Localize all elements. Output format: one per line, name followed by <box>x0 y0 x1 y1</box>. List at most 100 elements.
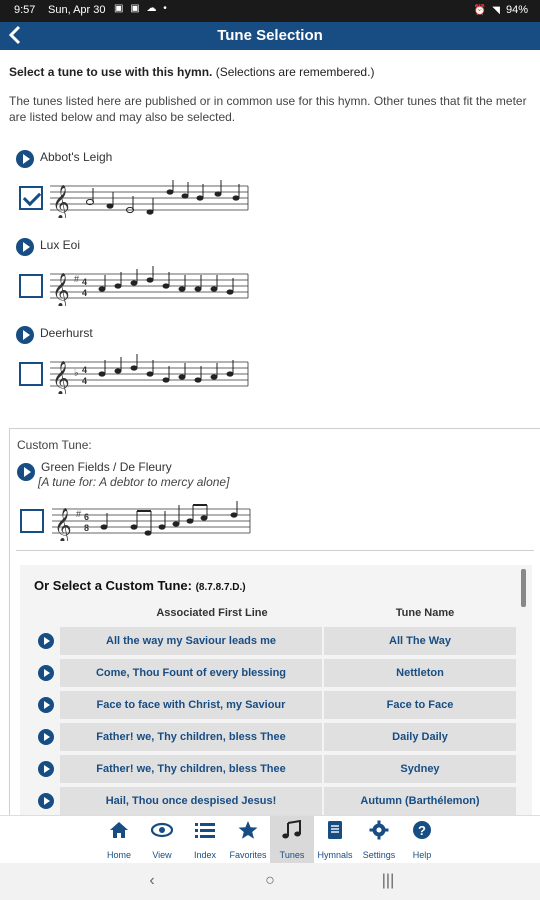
play-button[interactable] <box>38 697 54 713</box>
intro-bold: Select a tune to use with this hymn. <box>9 65 213 79</box>
custom-tune-panel: Custom Tune: Green Fields / De Fleury [A… <box>9 428 540 828</box>
eye-icon <box>140 820 184 844</box>
tune-item: Deerhurst 𝄞 ♭ 44 <box>0 324 540 410</box>
battery-level: 94% <box>505 4 528 16</box>
svg-text:𝄞: 𝄞 <box>52 361 70 394</box>
system-home-icon[interactable]: ○ <box>258 870 282 892</box>
play-button[interactable] <box>17 463 35 481</box>
custom-select-heading: Or Select a Custom Tune: (8.7.8.7.D.) <box>34 578 246 593</box>
tune-checkbox[interactable] <box>19 362 43 386</box>
notification-icons: ▣ ▣ ☁ • <box>114 3 169 14</box>
list-icon <box>183 820 227 844</box>
nav-help[interactable]: ? Help <box>400 816 444 864</box>
nav-hymnals[interactable]: Hymnals <box>313 816 357 864</box>
scrollbar[interactable] <box>521 569 526 607</box>
wifi-icon: ◥ <box>492 4 500 16</box>
nav-label: Tunes <box>279 850 305 860</box>
music-staff: 𝄞 # 68 <box>52 501 251 541</box>
nav-label: Home <box>106 850 131 860</box>
table-row[interactable]: Hail, Thou once despised Jesus! Autumn (… <box>34 787 516 815</box>
svg-text:4: 4 <box>82 376 87 386</box>
system-navigation: ‹ ○ ||| <box>0 863 540 900</box>
table-row[interactable]: All the way my Saviour leads me All The … <box>34 627 516 655</box>
nav-settings[interactable]: Settings <box>357 816 401 864</box>
first-line-cell[interactable]: Father! we, Thy children, bless Thee <box>60 723 322 751</box>
nav-label: Hymnals <box>317 850 353 860</box>
table-row[interactable]: Father! we, Thy children, bless Thee Syd… <box>34 755 516 783</box>
first-line-cell[interactable]: Father! we, Thy children, bless Thee <box>60 755 322 783</box>
intro-note: (Selections are remembered.) <box>212 65 375 79</box>
nav-favorites[interactable]: Favorites <box>226 816 270 864</box>
book-icon <box>313 820 357 844</box>
table-row[interactable]: Come, Thou Fount of every blessing Nettl… <box>34 659 516 687</box>
play-button[interactable] <box>38 665 54 681</box>
status-bar: 9:57 Sun, Apr 30 ▣ ▣ ☁ • ⏰ ◥ 94% <box>0 0 540 22</box>
page-title: Tune Selection <box>217 27 323 44</box>
column-header-tune-name: Tune Name <box>395 607 455 619</box>
play-button[interactable] <box>16 238 34 256</box>
status-date: Sun, Apr 30 <box>48 4 106 16</box>
play-button[interactable] <box>38 793 54 809</box>
meter-label: (8.7.8.7.D.) <box>195 582 246 593</box>
svg-text:#: # <box>74 274 79 284</box>
tune-name-cell[interactable]: Daily Daily <box>324 723 516 751</box>
custom-select-title: Or Select a Custom Tune: <box>34 578 192 593</box>
divider <box>16 550 534 551</box>
tune-item: Lux Eoi 𝄞 # 44 <box>0 236 540 322</box>
first-line-cell[interactable]: Come, Thou Fount of every blessing <box>60 659 322 687</box>
music-staff: 𝄞 <box>50 180 249 218</box>
play-button[interactable] <box>38 633 54 649</box>
svg-text:?: ? <box>418 823 426 838</box>
first-line-cell[interactable]: Hail, Thou once despised Jesus! <box>60 787 322 815</box>
svg-text:#: # <box>76 509 81 519</box>
svg-text:6: 6 <box>84 512 89 522</box>
tune-name: Deerhurst <box>40 326 93 340</box>
svg-text:4: 4 <box>82 277 87 287</box>
system-back-icon[interactable]: ‹ <box>140 870 164 892</box>
custom-tune-checkbox[interactable] <box>20 509 44 533</box>
tune-checkbox[interactable] <box>19 186 43 210</box>
music-note-icon <box>270 819 314 844</box>
custom-tune-label: Custom Tune: <box>17 438 92 452</box>
alarm-icon: ⏰ <box>473 4 487 16</box>
tune-name-cell[interactable]: Face to Face <box>324 691 516 719</box>
custom-tune-subtitle: [A tune for: A debtor to mercy alone] <box>38 475 230 489</box>
tune-name-cell[interactable]: Sydney <box>324 755 516 783</box>
tune-name-cell[interactable]: Nettleton <box>324 659 516 687</box>
table-row[interactable]: Father! we, Thy children, bless Thee Dai… <box>34 723 516 751</box>
svg-text:8: 8 <box>84 523 89 533</box>
intro-text: Select a tune to use with this hymn. (Se… <box>9 64 534 80</box>
play-button[interactable] <box>16 150 34 168</box>
tune-name: Lux Eoi <box>40 238 81 252</box>
play-button[interactable] <box>38 729 54 745</box>
intro-description: The tunes listed here are published or i… <box>9 94 527 124</box>
first-line-cell[interactable]: All the way my Saviour leads me <box>60 627 322 655</box>
nav-label: Index <box>193 850 217 860</box>
svg-text:4: 4 <box>82 288 87 298</box>
nav-label: Help <box>412 850 432 860</box>
tune-name: Abbot's Leigh <box>40 150 113 164</box>
first-line-cell[interactable]: Face to face with Christ, my Saviour <box>60 691 322 719</box>
column-header-first-line: Associated First Line <box>156 607 268 619</box>
nav-index[interactable]: Index <box>183 816 227 864</box>
svg-text:4: 4 <box>82 365 87 375</box>
tune-checkbox[interactable] <box>19 274 43 298</box>
nav-label: Settings <box>362 850 396 860</box>
custom-tune-list[interactable]: Or Select a Custom Tune: (8.7.8.7.D.) As… <box>20 565 532 827</box>
play-button[interactable] <box>16 326 34 344</box>
svg-text:𝄞: 𝄞 <box>52 185 70 218</box>
svg-text:𝄞: 𝄞 <box>52 273 70 306</box>
tune-name-cell[interactable]: All The Way <box>324 627 516 655</box>
svg-text:𝄞: 𝄞 <box>54 508 72 541</box>
system-recents-icon[interactable]: ||| <box>376 870 400 892</box>
home-icon <box>97 820 141 844</box>
custom-tune-name: Green Fields / De Fleury <box>41 460 172 474</box>
nav-label: Favorites <box>229 850 267 860</box>
tune-name-cell[interactable]: Autumn (Barthélemon) <box>324 787 516 815</box>
nav-label: View <box>152 850 172 860</box>
nav-view[interactable]: View <box>140 816 184 864</box>
table-row[interactable]: Face to face with Christ, my Saviour Fac… <box>34 691 516 719</box>
play-button[interactable] <box>38 761 54 777</box>
nav-home[interactable]: Home <box>97 816 141 864</box>
nav-tunes[interactable]: Tunes <box>270 816 314 864</box>
